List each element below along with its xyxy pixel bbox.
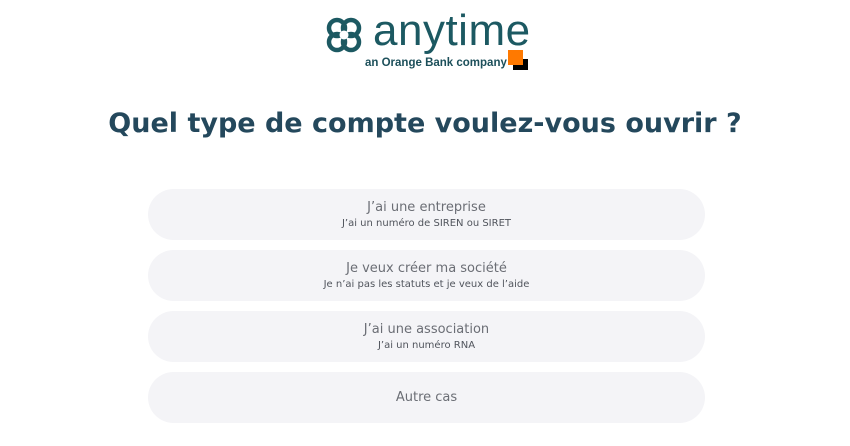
- option-subtitle: J’ai un numéro de SIREN ou SIRET: [341, 217, 512, 229]
- option-creer-societe[interactable]: Je veux créer ma société Je n’ai pas les…: [148, 250, 705, 301]
- brand-name: anytime: [373, 6, 531, 55]
- option-autre-cas[interactable]: Autre cas: [148, 372, 705, 423]
- option-title: Je veux créer ma société: [346, 260, 507, 276]
- option-title: J’ai une entreprise: [367, 199, 486, 215]
- brand-tagline: an Orange Bank company: [365, 57, 507, 69]
- anytime-logo-icon: [326, 17, 362, 53]
- option-association[interactable]: J’ai une association J’ai un numéro RNA: [148, 311, 705, 362]
- option-subtitle: J’ai un numéro RNA: [377, 339, 476, 351]
- account-type-options: J’ai une entreprise J’ai un numéro de SI…: [148, 189, 705, 433]
- orange-bank-badge-icon: [508, 50, 528, 70]
- page-title: Quel type de compte voulez-vous ouvrir ?: [108, 108, 742, 139]
- anytime-logo: anytime an Orange Bank company: [323, 6, 533, 72]
- option-entreprise[interactable]: J’ai une entreprise J’ai un numéro de SI…: [148, 189, 705, 240]
- option-title: J’ai une association: [363, 321, 490, 337]
- option-title: Autre cas: [395, 390, 458, 405]
- option-subtitle: Je n’ai pas les statuts et je veux de l’…: [323, 278, 530, 290]
